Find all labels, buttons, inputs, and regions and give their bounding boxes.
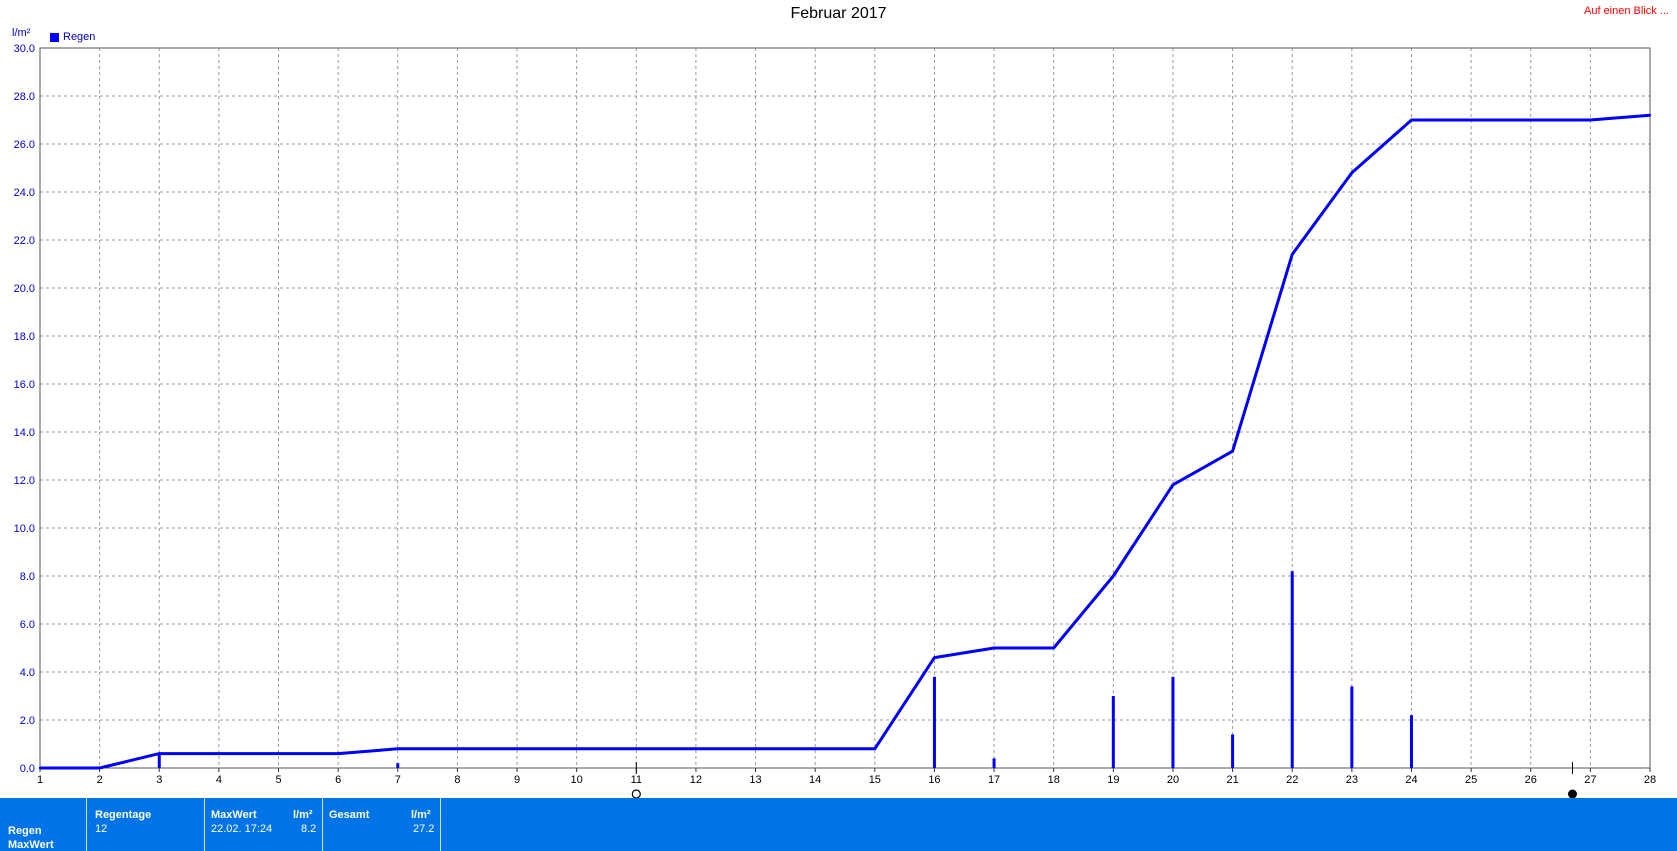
rain-bar (1409, 715, 1413, 768)
line-point (1112, 574, 1115, 578)
x-tick-label: 9 (514, 774, 520, 786)
plot-frame (39, 47, 1651, 769)
rain-bar (1290, 571, 1294, 768)
regentage-value: 12 (95, 823, 108, 835)
x-tick-label: 23 (1346, 774, 1358, 786)
y-tick-label: 6.0 (20, 619, 35, 631)
x-tick-label: 14 (809, 774, 821, 786)
rain-bar (1171, 676, 1175, 768)
line-point (992, 646, 996, 650)
sunrise-marker-icon (631, 789, 641, 798)
y-tick-label: 18.0 (14, 331, 35, 343)
x-tick-label: 2 (97, 774, 103, 786)
line-point (1171, 483, 1175, 486)
x-tick-label: 5 (275, 774, 281, 786)
x-tick-label: 21 (1226, 774, 1238, 786)
x-tick-label: 1 (37, 774, 43, 786)
x-tick-label: 22 (1286, 774, 1298, 786)
y-tick-label: 8.0 (20, 571, 35, 583)
cumulative-rain-line (40, 113, 1651, 770)
line-point (1589, 118, 1592, 122)
y-tick-label: 20.0 (14, 283, 35, 295)
y-tick-label: 22.0 (14, 235, 35, 247)
row-label-maxwert: MaxWert (8, 839, 54, 851)
x-tick-label: 10 (571, 774, 583, 786)
y-tick-label: 4.0 (20, 667, 35, 679)
x-tick-label: 12 (690, 774, 702, 786)
line-point (1231, 450, 1234, 453)
moon-marker-icon (1567, 789, 1577, 798)
rain-chart: 0.0 2.0 4.0 6.0 8.0 10.0 12.0 14.0 16.0 18.0 20.0 2… (14, 43, 1656, 798)
line-point (38, 766, 42, 770)
x-tick-label: 19 (1107, 774, 1119, 786)
line-point (1648, 114, 1652, 117)
x-tick-label: 27 (1584, 774, 1596, 786)
x-tick-label: 20 (1167, 774, 1179, 786)
x-tick-label: 4 (216, 774, 222, 786)
x-tick-label: 16 (928, 774, 940, 786)
x-tick-label: 17 (988, 774, 1000, 786)
x-tick-label: 3 (156, 774, 162, 786)
summary-panel: Regen MaxWert Regentage 12 MaxWert l/m² … (0, 798, 1677, 851)
rain-bar (992, 758, 996, 768)
line-point (1291, 253, 1294, 256)
y-tick-label: 10.0 (14, 523, 35, 535)
y-tick-label: 14.0 (14, 427, 35, 439)
maxwert-header: MaxWert (211, 809, 257, 821)
x-tick-label: 13 (749, 774, 761, 786)
line-point (933, 656, 936, 659)
regentage-header: Regentage (95, 809, 152, 821)
x-tick-label: 18 (1048, 774, 1060, 786)
y-tick-label: 2.0 (20, 715, 35, 727)
maxwert-cell: MaxWert l/m² 22.02. 17:24 8.2 (205, 798, 323, 851)
x-tick-label: 26 (1525, 774, 1537, 786)
gesamt-unit: l/m² (411, 809, 431, 821)
rain-bar (1111, 696, 1115, 768)
gesamt-cell: Gesamt l/m² 27.2 (323, 798, 441, 851)
y-tick-label: 30.0 (14, 43, 35, 55)
line-point (336, 752, 340, 755)
rain-bar (1350, 686, 1354, 768)
x-tick-label: 8 (454, 774, 460, 786)
line-point (873, 747, 877, 750)
line-point (1410, 118, 1413, 122)
y-tick-label: 28.0 (14, 91, 35, 103)
maxwert-unit: l/m² (293, 809, 313, 821)
x-tick-label: 24 (1405, 774, 1417, 786)
y-tick-label: 0.0 (20, 763, 35, 775)
line-point (396, 747, 399, 750)
x-tick-label: 15 (869, 774, 881, 786)
line-point (1350, 171, 1354, 174)
line-point (158, 752, 161, 755)
rain-bar (932, 676, 936, 768)
y-tick-label: 24.0 (14, 187, 35, 199)
x-tick-label: 6 (335, 774, 341, 786)
rain-bar (1231, 734, 1235, 768)
x-tick-label: 25 (1465, 774, 1477, 786)
x-tick-label: 11 (631, 774, 642, 786)
y-tick-label: 12.0 (14, 475, 35, 487)
row-label-regen: Regen (8, 825, 42, 837)
line-point (98, 766, 101, 770)
maxwert-date: 22.02. 17:24 (211, 823, 273, 835)
row-labels-cell: Regen MaxWert (0, 798, 87, 851)
x-tick-label: 28 (1644, 774, 1656, 786)
gesamt-header: Gesamt (329, 809, 370, 821)
y-tick-label: 26.0 (14, 139, 35, 151)
gesamt-value: 27.2 (413, 823, 435, 835)
maxwert-value: 8.2 (301, 823, 317, 835)
rain-bar (157, 753, 161, 768)
regentage-cell: Regentage 12 (87, 798, 205, 851)
y-tick-label: 16.0 (14, 379, 35, 391)
line-point (1052, 646, 1055, 650)
x-tick-label: 7 (395, 774, 401, 786)
rain-bar (396, 763, 400, 768)
